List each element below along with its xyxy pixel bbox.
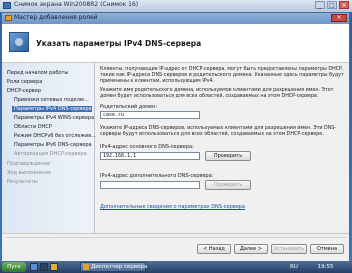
vm-app-icon: [3, 2, 11, 9]
wizard-titlebar: Мастер добавления ролей ×: [2, 13, 349, 24]
install-button[interactable]: Установить: [271, 244, 307, 254]
validate-preferred-button[interactable]: Проверить: [205, 151, 251, 161]
next-button[interactable]: Далее >: [234, 244, 268, 254]
powershell-quicklaunch-icon[interactable]: [40, 263, 48, 271]
domain-description: Укажите имя родительского домена, исполь…: [100, 88, 334, 99]
explorer-quicklaunch-icon[interactable]: [50, 263, 58, 271]
wizard-nav: Перед началом работы Роли сервера DHCP-с…: [2, 63, 96, 233]
server-manager-quicklaunch-icon[interactable]: [30, 263, 38, 271]
nav-results: Результаты: [7, 179, 38, 185]
nav-dhcp-scopes[interactable]: Области DHCP: [14, 124, 52, 130]
maximize-button[interactable]: □: [327, 1, 337, 9]
intro-text: Клиенты, получающие IP-адрес от DHCP-сер…: [100, 67, 344, 84]
nav-dhcp-server[interactable]: DHCP-сервер: [7, 88, 41, 94]
start-button[interactable]: Пуск: [2, 262, 26, 272]
minimize-button[interactable]: _: [315, 1, 325, 9]
cancel-button[interactable]: Отмена: [310, 244, 344, 254]
dhcp-server-icon: [9, 32, 29, 52]
wizard-title: Мастер добавления ролей: [14, 14, 98, 21]
more-info-link[interactable]: Дополнительные сведения о параметрах DNS…: [100, 204, 245, 210]
nav-confirmation: Подтверждение: [7, 161, 51, 167]
close-button[interactable]: ×: [339, 1, 349, 9]
nav-ipv6-dns[interactable]: Параметры IPv6 DNS-сервера: [14, 142, 92, 148]
nav-network-bindings[interactable]: Привязки сетевых подклю...: [14, 97, 89, 103]
nav-dhcpv6-mode[interactable]: Режим DHCPv6 без отслежив...: [14, 133, 96, 139]
wizard-footer: < Назад Далее > Установить Отмена: [2, 233, 349, 261]
system-tray: RU 19:55: [290, 262, 350, 272]
nav-before-you-begin[interactable]: Перед началом работы: [7, 70, 68, 76]
nav-ipv4-wins[interactable]: Параметры IPv4 WINS-сервера: [14, 115, 94, 121]
vm-title: Снимок экрана Win2008R2 (Снимок 16): [14, 1, 139, 8]
dns-description: Укажите IP-адреса DNS-серверов, использу…: [100, 126, 337, 137]
parent-domain-input[interactable]: case.ru: [100, 111, 200, 119]
nav-dhcp-authorization: Авторизация DHCP-сервера: [14, 151, 87, 157]
validate-alternate-button[interactable]: Проверить: [205, 180, 251, 190]
preferred-dns-label: IPv4-адрес основного DNS-сервера:: [100, 144, 194, 150]
taskbar: Пуск Диспетчер сервера RU 19:55: [0, 261, 352, 273]
preferred-dns-input[interactable]: 192.168.1.1: [100, 152, 200, 160]
wizard-close-button[interactable]: ×: [331, 14, 347, 22]
wizard-window: Мастер добавления ролей × Указать параме…: [1, 12, 350, 261]
alternate-dns-label: IPv4-адрес дополнительного DNS-сервера:: [100, 173, 214, 179]
nav-server-roles[interactable]: Роли сервера: [7, 79, 42, 85]
wizard-content: Клиенты, получающие IP-адрес от DHCP-сер…: [95, 63, 349, 233]
domain-label: Родительский домен:: [100, 104, 158, 110]
taskbar-item-server-manager[interactable]: Диспетчер сервера: [80, 262, 147, 272]
footer-divider: [6, 237, 346, 238]
alternate-dns-input[interactable]: [100, 181, 200, 189]
roles-icon: [5, 15, 12, 21]
nav-ipv4-dns[interactable]: Параметры IPv4 DNS-сервера: [12, 106, 92, 112]
back-button[interactable]: < Назад: [197, 244, 231, 254]
page-heading: Указать параметры IPv4 DNS-сервера: [36, 39, 202, 48]
wizard-header: Указать параметры IPv4 DNS-сервера: [2, 24, 349, 63]
nav-progress: Ход выполнения: [7, 170, 51, 176]
language-indicator[interactable]: RU: [290, 264, 298, 270]
clock[interactable]: 19:55: [318, 264, 334, 270]
